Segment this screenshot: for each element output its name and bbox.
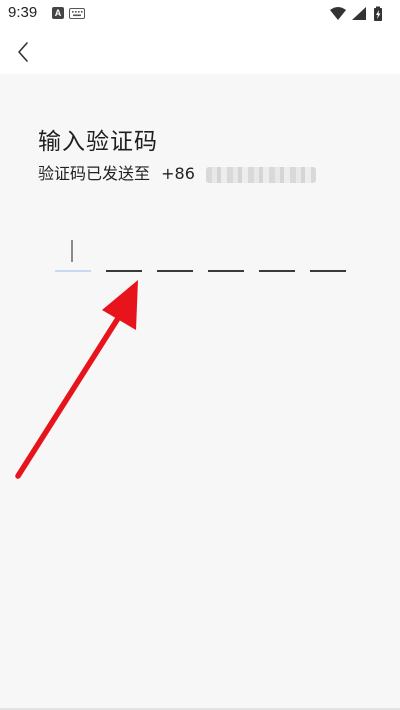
page-title: 输入验证码 bbox=[38, 129, 158, 155]
app-header bbox=[0, 28, 400, 74]
notification-badge-icon: A bbox=[52, 7, 64, 19]
status-right-icons bbox=[330, 6, 382, 21]
status-time: 9:39 bbox=[8, 4, 38, 21]
code-digit-4-underline bbox=[208, 270, 244, 272]
keyboard-icon bbox=[69, 8, 85, 19]
code-digit-2-underline bbox=[106, 270, 142, 272]
code-digit-1[interactable] bbox=[55, 224, 91, 272]
code-digit-4[interactable] bbox=[208, 224, 244, 272]
masked-phone-number bbox=[205, 166, 316, 183]
code-digit-1-underline bbox=[55, 270, 91, 272]
status-bar: 9:39 A bbox=[0, 0, 400, 28]
chevron-left-icon bbox=[18, 42, 28, 62]
back-button[interactable] bbox=[10, 38, 38, 66]
code-digit-3-underline bbox=[157, 270, 193, 272]
code-digit-6-underline bbox=[310, 270, 346, 272]
country-code: +86 bbox=[161, 164, 195, 183]
wifi-icon bbox=[330, 7, 346, 20]
code-digit-5-underline bbox=[259, 270, 295, 272]
code-digit-6[interactable] bbox=[310, 224, 346, 272]
code-digit-3[interactable] bbox=[157, 224, 193, 272]
text-caret bbox=[71, 240, 73, 262]
sent-to-label: 验证码已发送至 bbox=[38, 164, 151, 183]
cellular-signal-icon bbox=[352, 7, 366, 20]
sent-to-text: 验证码已发送至 +86 bbox=[38, 160, 316, 184]
code-digit-2[interactable] bbox=[106, 224, 142, 272]
verification-content: 输入验证码 验证码已发送至 +86 bbox=[0, 74, 400, 710]
code-digit-5[interactable] bbox=[259, 224, 295, 272]
